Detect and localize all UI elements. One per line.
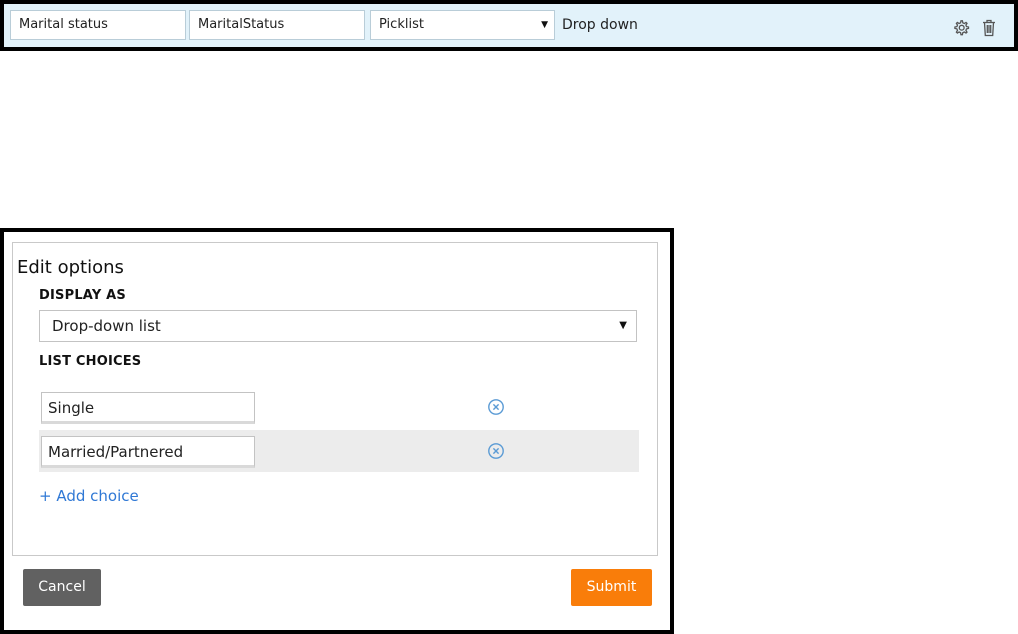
field-name-input[interactable]: MaritalStatus — [189, 10, 365, 40]
caret-down-icon: ▼ — [619, 320, 627, 331]
remove-circle-icon[interactable] — [487, 398, 505, 416]
display-as-label: DISPLAY AS — [39, 288, 126, 303]
choice-row: Married/Partnered — [39, 430, 639, 472]
field-type-select[interactable]: Picklist ▼ — [370, 10, 555, 40]
edit-options-dialog: Edit options DISPLAY AS Drop-down list ▼… — [0, 228, 674, 634]
choice-input[interactable]: Married/Partnered — [41, 436, 255, 468]
field-display-mode: Drop down — [562, 17, 638, 33]
trash-icon[interactable] — [980, 18, 998, 38]
caret-down-icon: ▼ — [541, 20, 548, 30]
field-label-input[interactable]: Marital status — [10, 10, 186, 40]
dialog-title: Edit options — [17, 257, 124, 278]
field-type-value: Picklist — [379, 17, 424, 32]
remove-circle-icon[interactable] — [487, 442, 505, 460]
field-definition-row: Marital status MaritalStatus Picklist ▼ … — [0, 0, 1018, 51]
edit-options-panel: Edit options DISPLAY AS Drop-down list ▼… — [12, 242, 658, 556]
list-choices-label: LIST CHOICES — [39, 354, 142, 369]
submit-button[interactable]: Submit — [571, 569, 652, 606]
display-as-select[interactable]: Drop-down list ▼ — [39, 310, 637, 342]
choice-input[interactable]: Single — [41, 392, 255, 424]
cancel-button[interactable]: Cancel — [23, 569, 101, 606]
choice-row: Single — [39, 386, 639, 428]
gear-icon[interactable] — [952, 18, 970, 38]
display-as-value: Drop-down list — [52, 317, 161, 335]
add-choice-link[interactable]: + Add choice — [39, 487, 139, 505]
